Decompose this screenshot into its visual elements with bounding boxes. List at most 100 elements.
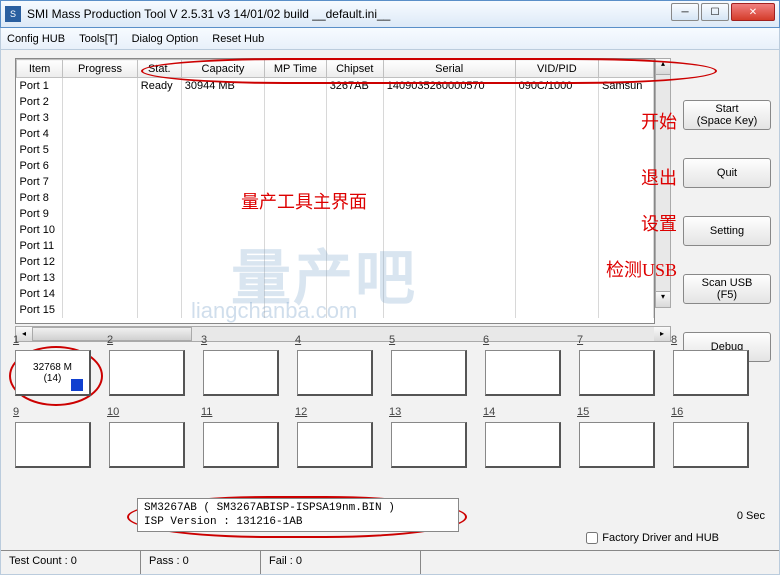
slot-box[interactable] [297,422,373,468]
slot-box[interactable] [579,350,655,396]
slot-number: 1 [13,334,19,346]
port-slot-3[interactable]: 3 [199,348,285,410]
port-slots: 132768 M(14)2345678910111213141516 [11,348,755,482]
column-header[interactable] [599,60,654,78]
slot-box[interactable] [673,350,749,396]
slot-box[interactable] [485,422,561,468]
slot-number: 16 [671,406,683,418]
slot-number: 2 [107,334,113,346]
slot-number: 13 [389,406,401,418]
slot-box[interactable]: 32768 M(14) [15,350,91,396]
scan-usb-button[interactable]: Scan USB (F5) [683,274,771,304]
slot-number: 6 [483,334,489,346]
status-fail: Fail : 0 [261,551,421,574]
slot-box[interactable] [203,350,279,396]
slot-box[interactable] [391,422,467,468]
column-header[interactable]: MP Time [265,60,327,78]
start-button[interactable]: Start (Space Key) [683,100,771,130]
maximize-button[interactable]: ☐ [701,3,729,21]
port-slot-14[interactable]: 14 [481,420,567,482]
port-slot-8[interactable]: 8 [669,348,755,410]
chipset-info-box: SM3267AB ( SM3267ABISP-ISPSA19nm.BIN ) I… [137,498,459,532]
column-header[interactable]: Capacity [181,60,264,78]
slot-box[interactable] [109,422,185,468]
status-test-count: Test Count : 0 [1,551,141,574]
table-row[interactable]: Port 3 [17,110,654,126]
port-slot-10[interactable]: 10 [105,420,191,482]
slot-indicator-icon [71,379,83,391]
factory-driver-checkbox[interactable] [586,532,598,544]
slot-box[interactable] [485,350,561,396]
table-row[interactable]: Port 7 [17,174,654,190]
menubar: Config HUB Tools[T] Dialog Option Reset … [0,28,780,50]
setting-button[interactable]: Setting [683,216,771,246]
slot-box[interactable] [673,422,749,468]
table-row[interactable]: Port 8 [17,190,654,206]
port-slot-11[interactable]: 11 [199,420,285,482]
menu-config-hub[interactable]: Config HUB [7,33,65,45]
table-row[interactable]: Port 10 [17,222,654,238]
table-row[interactable]: Port 5 [17,142,654,158]
column-header[interactable]: Chipset [326,60,383,78]
info-line2: ISP Version : 131216-1AB [144,515,452,529]
slot-box[interactable] [203,422,279,468]
info-line1: SM3267AB ( SM3267ABISP-ISPSA19nm.BIN ) [144,501,452,515]
port-slot-12[interactable]: 12 [293,420,379,482]
table-row[interactable]: Port 2 [17,94,654,110]
factory-driver-label: Factory Driver and HUB [602,532,719,544]
quit-button[interactable]: Quit [683,158,771,188]
slot-count: (14) [44,373,62,384]
slot-number: 4 [295,334,301,346]
table-row[interactable]: Port 4 [17,126,654,142]
port-slot-16[interactable]: 16 [669,420,755,482]
slot-number: 14 [483,406,495,418]
column-header[interactable]: Serial [383,60,515,78]
port-slot-9[interactable]: 9 [11,420,97,482]
table-row[interactable]: Port 9 [17,206,654,222]
slot-number: 8 [671,334,677,346]
port-slot-15[interactable]: 15 [575,420,661,482]
table-row[interactable]: Port 12 [17,254,654,270]
menu-reset-hub[interactable]: Reset Hub [212,33,264,45]
slot-box[interactable] [15,422,91,468]
table-row[interactable]: Port 14 [17,286,654,302]
port-slot-4[interactable]: 4 [293,348,379,410]
scroll-right-icon[interactable]: ▸ [654,327,670,341]
column-header[interactable]: Item [17,60,63,78]
table-row[interactable]: Port 1Ready30944 MB3267AB140903526000057… [17,78,654,94]
port-table[interactable]: ItemProgressStat.CapacityMP TimeChipsetS… [15,58,655,324]
column-header[interactable]: Stat. [137,60,181,78]
vertical-scrollbar[interactable]: ▴ ▾ [655,58,671,308]
table-row[interactable]: Port 6 [17,158,654,174]
close-button[interactable]: ✕ [731,3,775,21]
port-slot-7[interactable]: 7 [575,348,661,410]
slot-number: 15 [577,406,589,418]
slot-number: 5 [389,334,395,346]
slot-box[interactable] [391,350,467,396]
table-row[interactable]: Port 13 [17,270,654,286]
scroll-down-icon[interactable]: ▾ [656,291,670,307]
port-slot-2[interactable]: 2 [105,348,191,410]
slot-number: 10 [107,406,119,418]
minimize-button[interactable]: ─ [671,3,699,21]
menu-tools[interactable]: Tools[T] [79,33,118,45]
window-title: SMI Mass Production Tool V 2.5.31 v3 14/… [27,7,390,21]
horizontal-scrollbar[interactable]: ◂ ▸ [15,326,671,342]
slot-number: 7 [577,334,583,346]
scroll-up-icon[interactable]: ▴ [656,59,670,75]
statusbar: Test Count : 0 Pass : 0 Fail : 0 [1,550,779,574]
port-slot-5[interactable]: 5 [387,348,473,410]
table-row[interactable]: Port 15 [17,302,654,318]
slot-number: 12 [295,406,307,418]
port-slot-6[interactable]: 6 [481,348,567,410]
status-pass: Pass : 0 [141,551,261,574]
menu-dialog-option[interactable]: Dialog Option [132,33,199,45]
column-header[interactable]: Progress [63,60,138,78]
slot-box[interactable] [297,350,373,396]
column-header[interactable]: VID/PID [515,60,598,78]
table-row[interactable]: Port 11 [17,238,654,254]
slot-box[interactable] [579,422,655,468]
port-slot-1[interactable]: 132768 M(14) [11,348,97,410]
slot-box[interactable] [109,350,185,396]
port-slot-13[interactable]: 13 [387,420,473,482]
